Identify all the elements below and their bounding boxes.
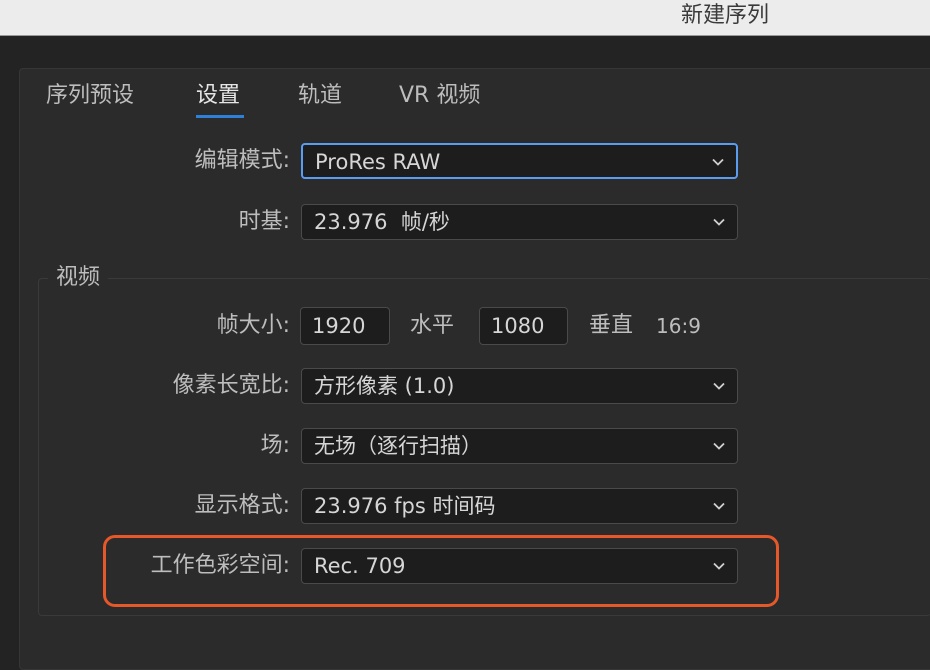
frame-width-input[interactable]: 1920 xyxy=(300,307,390,345)
pixel-aspect-value: 方形像素 (1.0) xyxy=(314,374,455,398)
chevron-down-icon xyxy=(712,158,724,166)
vertical-label: 垂直 xyxy=(589,313,634,338)
edit-mode-value: ProRes RAW xyxy=(315,150,441,174)
horizontal-label: 水平 xyxy=(410,313,455,338)
display-format-value: 23.976 fps 时间码 xyxy=(314,494,496,518)
active-tab-indicator xyxy=(196,115,244,118)
chevron-down-icon xyxy=(713,382,725,390)
tab-vr-video[interactable]: VR 视频 xyxy=(399,80,480,112)
display-format-select[interactable]: 23.976 fps 时间码 xyxy=(301,488,738,524)
title-bar: 新建序列 xyxy=(0,0,930,36)
chevron-down-icon xyxy=(713,502,725,510)
tab-tracks[interactable]: 轨道 xyxy=(298,80,342,112)
fields-label: 场: xyxy=(260,433,290,458)
working-color-space-label: 工作色彩空间: xyxy=(150,553,290,578)
tab-sequence-presets[interactable]: 序列预设 xyxy=(46,80,134,112)
fields-select[interactable]: 无场（逐行扫描） xyxy=(301,428,738,464)
frame-size-label: 帧大小: xyxy=(216,313,290,338)
chevron-down-icon xyxy=(713,218,725,226)
pixel-aspect-select[interactable]: 方形像素 (1.0) xyxy=(301,368,738,404)
pixel-aspect-label: 像素长宽比: xyxy=(172,373,290,398)
chevron-down-icon xyxy=(713,442,725,450)
frame-width-value: 1920 xyxy=(312,314,366,338)
working-color-space-select[interactable]: Rec. 709 xyxy=(301,548,738,584)
frame-height-value: 1080 xyxy=(491,314,545,338)
timebase-value: 23.976 帧/秒 xyxy=(314,210,450,234)
display-format-label: 显示格式: xyxy=(194,493,290,518)
video-group-title: 视频 xyxy=(48,262,109,294)
edit-mode-label: 编辑模式: xyxy=(194,148,290,173)
working-color-space-value: Rec. 709 xyxy=(314,554,406,578)
window-title: 新建序列 xyxy=(680,3,769,28)
aspect-ratio-text: 16:9 xyxy=(656,314,701,338)
timebase-label: 时基: xyxy=(238,209,290,234)
fields-value: 无场（逐行扫描） xyxy=(314,434,482,458)
tab-settings[interactable]: 设置 xyxy=(196,80,240,112)
frame-height-input[interactable]: 1080 xyxy=(479,307,568,345)
chevron-down-icon xyxy=(713,562,725,570)
timebase-select[interactable]: 23.976 帧/秒 xyxy=(301,204,738,240)
edit-mode-select[interactable]: ProRes RAW xyxy=(301,143,738,179)
